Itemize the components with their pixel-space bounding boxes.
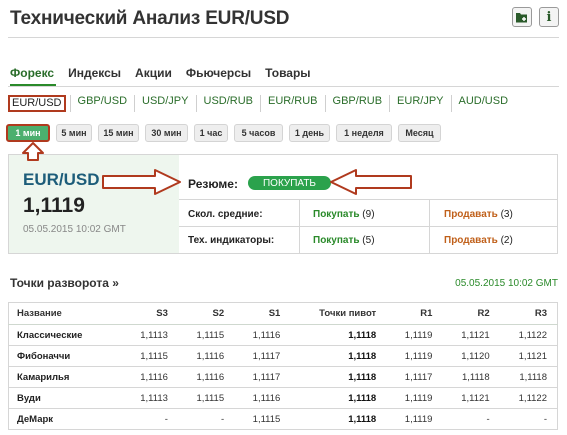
pivot-value: 1,1122 (499, 387, 558, 409)
pivot-method-name: ДеМарк (8, 408, 122, 430)
pivot-value: 1,1118 (290, 408, 387, 430)
pivot-value: 1,1115 (177, 324, 235, 346)
col-s1: S1 (234, 302, 291, 325)
col-pivot: Точки пивот (290, 302, 387, 325)
pivot-value: 1,1116 (234, 387, 291, 409)
pivot-value: 1,1115 (121, 345, 178, 367)
table-row: Классические 1,1113 1,1115 1,1116 1,1118 1,11… (8, 324, 558, 346)
table-header-row: Название S3 S2 S1 Точки пивот R1 R2 R3 (8, 302, 558, 325)
pivot-table: Название S3 S2 S1 Точки пивот R1 R2 R3 К… (8, 302, 558, 430)
pivot-value: 1,1119 (386, 408, 443, 430)
table-row: Камарилья 1,1116 1,1116 1,1117 1,1118 1,1117 1… (8, 366, 558, 388)
pivot-value: 1,1118 (290, 324, 387, 346)
pivot-method-name: Вуди (8, 387, 122, 409)
pivot-value: 1,1116 (121, 366, 178, 388)
annotation-arrow-right (102, 169, 181, 195)
pivot-method-name: Фибоначчи (8, 345, 122, 367)
pivot-value: 1,1118 (290, 366, 387, 388)
pivot-method-name: Классические (8, 324, 122, 346)
pivot-value: 1,1119 (386, 324, 443, 346)
pivot-value: 1,1113 (121, 324, 178, 346)
annotation-arrow-up (22, 142, 44, 161)
pivot-value: 1,1115 (177, 387, 235, 409)
col-r1: R1 (386, 302, 443, 325)
col-r3: R3 (499, 302, 558, 325)
pivot-value: 1,1116 (177, 345, 235, 367)
pivot-value: 1,1118 (290, 387, 387, 409)
col-r2: R2 (442, 302, 500, 325)
pivot-value: 1,1119 (386, 345, 443, 367)
pivot-value: 1,1120 (442, 345, 500, 367)
pivot-value: 1,1116 (234, 324, 291, 346)
table-row: ДеМарк - -1,1115 1,1118 1,1119- - (8, 408, 558, 430)
pivot-value: 1,1122 (499, 324, 558, 346)
annotation-arrow-left (330, 169, 412, 195)
pivot-value: 1,1119 (386, 387, 443, 409)
pivot-points-link[interactable]: Точки разворота » (10, 276, 119, 290)
col-name: Название (8, 302, 122, 325)
pivot-value: - (499, 408, 558, 430)
pivot-timestamp: 05.05.2015 10:02 GMT (455, 278, 558, 289)
pivot-method-name: Камарилья (8, 366, 122, 388)
pivot-value: - (442, 408, 500, 430)
pivot-value: 1,1117 (234, 366, 291, 388)
pivot-value: - (177, 408, 235, 430)
pivot-value: 1,1117 (234, 345, 291, 367)
pivot-value: - (121, 408, 178, 430)
table-row: Вуди 1,1113 1,1115 1,1116 1,1118 1,1119 1,1121… (8, 387, 558, 409)
col-s3: S3 (121, 302, 178, 325)
pivot-value: 1,1118 (499, 366, 558, 388)
pivot-value: 1,1118 (290, 345, 387, 367)
pivot-value: 1,1121 (442, 324, 500, 346)
pivot-value: 1,1117 (386, 366, 443, 388)
col-s2: S2 (177, 302, 235, 325)
pivot-value: 1,1116 (177, 366, 235, 388)
table-row: Фибоначчи 1,1115 1,1116 1,1117 1,1118 1,1119 1… (8, 345, 558, 367)
pivot-value: 1,1118 (442, 366, 500, 388)
pivot-value: 1,1115 (234, 408, 291, 430)
pivot-value: 1,1121 (442, 387, 500, 409)
pivot-value: 1,1121 (499, 345, 558, 367)
pivot-value: 1,1113 (121, 387, 178, 409)
